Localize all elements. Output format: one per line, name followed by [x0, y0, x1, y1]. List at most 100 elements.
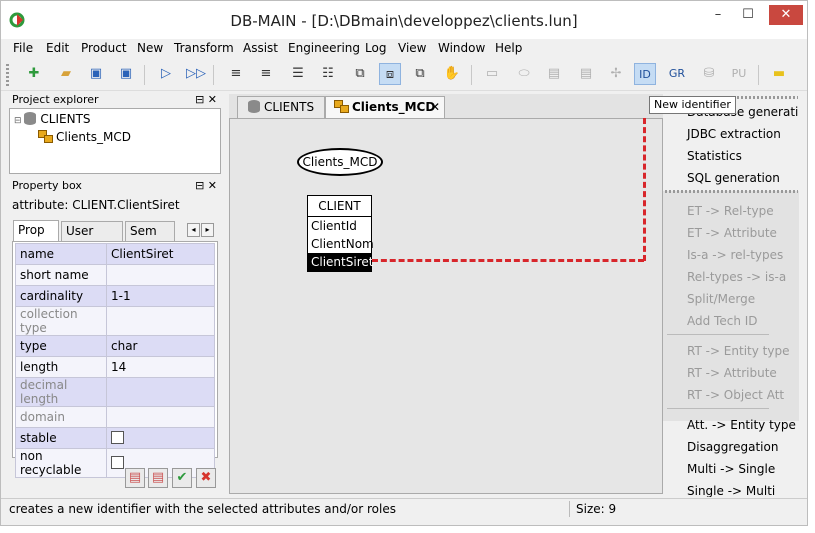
menu-transform[interactable]: Transform: [174, 41, 234, 55]
entity-client[interactable]: CLIENT ClientId ClientNom ClientSiret: [307, 195, 374, 272]
fast-forward-icon[interactable]: ▷▷: [185, 63, 207, 85]
hand-icon[interactable]: ✋: [441, 63, 463, 85]
tab-scroll-left-icon[interactable]: ◂: [187, 223, 200, 237]
tree-view-icon[interactable]: ☷: [317, 63, 339, 85]
prop-key: decimal length: [15, 377, 107, 407]
save-as-icon[interactable]: ▣: [115, 63, 137, 85]
tab-user-prop[interactable]: User prop: [61, 221, 123, 256]
menu-log[interactable]: Log: [365, 41, 386, 55]
schema-canvas[interactable]: [229, 118, 663, 494]
entity-attribute[interactable]: ClientId: [308, 217, 371, 235]
text-view-icon[interactable]: ☰: [287, 63, 309, 85]
minimize-button[interactable]: –: [704, 5, 732, 25]
menu-new[interactable]: New: [137, 41, 163, 55]
entity-attribute[interactable]: ClientNom: [308, 235, 374, 253]
prop-value[interactable]: 1-1: [106, 285, 215, 307]
menu-view[interactable]: View: [398, 41, 426, 55]
collection-icon[interactable]: ⛁: [698, 63, 720, 85]
new-project-icon[interactable]: ✚: [23, 63, 45, 85]
play-icon[interactable]: ▷: [155, 63, 177, 85]
menu-window[interactable]: Window: [438, 41, 485, 55]
prop-value[interactable]: 14: [106, 356, 215, 378]
link-icon[interactable]: ✢: [605, 63, 627, 85]
tree-item-clients-mcd[interactable]: Clients_MCD: [38, 129, 131, 145]
prev-object-icon[interactable]: ▤: [125, 468, 145, 488]
panel-item[interactable]: JDBC extraction: [687, 127, 781, 141]
note-icon[interactable]: ▬: [768, 63, 790, 85]
next-object-icon[interactable]: ▤: [148, 468, 168, 488]
align-left-icon[interactable]: ≡: [225, 63, 247, 85]
prop-value[interactable]: [106, 377, 215, 407]
menu-edit[interactable]: Edit: [46, 41, 69, 55]
align-center-icon[interactable]: ≡: [255, 63, 277, 85]
panel-item[interactable]: RT -> Attribute: [687, 366, 777, 380]
processing-unit-button[interactable]: PU: [728, 63, 750, 85]
entity-name[interactable]: CLIENT: [308, 196, 371, 217]
prop-key: domain: [15, 406, 107, 428]
tab-sem[interactable]: Sem: [125, 221, 175, 241]
panel-item[interactable]: Att. -> Entity type: [687, 418, 796, 432]
prop-value[interactable]: ClientSiret: [106, 243, 215, 265]
database-icon: [248, 100, 260, 113]
menu-engineering[interactable]: Engineering: [288, 41, 360, 55]
panel-item[interactable]: Disaggregation: [687, 440, 778, 454]
property-box-attribute: attribute: CLIENT.ClientSiret: [12, 198, 180, 212]
prop-value[interactable]: [106, 306, 215, 336]
prop-key: collection type: [15, 306, 107, 336]
save-icon[interactable]: ▣: [85, 63, 107, 85]
panel-item[interactable]: Add Tech ID: [687, 314, 758, 328]
tab-scroll-right-icon[interactable]: ▸: [201, 223, 214, 237]
menu-file[interactable]: File: [13, 41, 33, 55]
menu-assist[interactable]: Assist: [243, 41, 278, 55]
schema-label[interactable]: Clients_MCD: [297, 148, 383, 176]
role-icon[interactable]: ▤: [575, 63, 597, 85]
rel-type-icon[interactable]: ⬭: [513, 63, 535, 85]
close-button[interactable]: ✕: [769, 5, 803, 25]
panel-item[interactable]: ET -> Rel-type: [687, 204, 774, 218]
menu-help[interactable]: Help: [495, 41, 522, 55]
panel-item[interactable]: RT -> Entity type: [687, 344, 789, 358]
panel-grip[interactable]: [665, 190, 798, 193]
stable-checkbox[interactable]: [111, 431, 124, 444]
menu-bar: File Edit Product New Transform Assist E…: [1, 39, 807, 57]
open-folder-icon[interactable]: ▰: [55, 63, 77, 85]
menu-product[interactable]: Product: [81, 41, 127, 55]
prop-value[interactable]: char: [106, 335, 215, 357]
panel-item[interactable]: SQL generation: [687, 171, 780, 185]
maximize-button[interactable]: ☐: [734, 5, 762, 25]
toolbar-grip[interactable]: [6, 64, 9, 86]
panel-item[interactable]: Split/Merge: [687, 292, 755, 306]
panel-item[interactable]: Is-a -> rel-types: [687, 248, 783, 262]
main-window: DB-MAIN - [D:\DBmain\developpez\clients.…: [0, 0, 808, 526]
graph-view-icon[interactable]: ⧈: [379, 63, 401, 85]
panel-separator: [667, 334, 769, 335]
new-group-button[interactable]: GR: [666, 63, 688, 85]
panel-item[interactable]: Statistics: [687, 149, 742, 163]
compact-view-icon[interactable]: ⧉: [349, 63, 371, 85]
new-identifier-button[interactable]: ID: [634, 63, 656, 85]
tab-prop[interactable]: Prop: [13, 220, 59, 241]
entity-attribute-selected[interactable]: ClientSiret: [308, 253, 373, 271]
panel-item[interactable]: Multi -> Single: [687, 462, 775, 476]
toolbar-separator: [213, 65, 214, 85]
doc-tab-clients[interactable]: CLIENTS: [237, 96, 325, 118]
prop-value[interactable]: [106, 264, 215, 286]
panel-scrollbar[interactable]: [799, 92, 807, 497]
doc-tab-clients-mcd[interactable]: Clients_MCD ✕: [325, 96, 445, 118]
apply-check-icon[interactable]: ✔: [172, 468, 192, 488]
non-recyclable-checkbox[interactable]: [111, 456, 124, 469]
cancel-x-icon[interactable]: ✖: [196, 468, 216, 488]
dependency-view-icon[interactable]: ⧉: [409, 63, 431, 85]
panel-item[interactable]: Rel-types -> is-a: [687, 270, 786, 284]
tree-root-clients[interactable]: ⊟ CLIENTS: [14, 111, 91, 127]
prop-value[interactable]: [106, 406, 215, 428]
panel-item[interactable]: RT -> Object Att: [687, 388, 784, 402]
property-box-controls[interactable]: ⊟ ✕: [195, 178, 217, 194]
close-tab-icon[interactable]: ✕: [430, 97, 440, 117]
panel-item[interactable]: ET -> Attribute: [687, 226, 777, 240]
entity-type-icon[interactable]: ▭: [481, 63, 503, 85]
project-explorer-controls[interactable]: ⊟ ✕: [195, 92, 217, 108]
attribute-icon[interactable]: ▤: [543, 63, 565, 85]
tooltip: New identifier: [649, 96, 736, 114]
panel-item[interactable]: Single -> Multi: [687, 484, 775, 497]
